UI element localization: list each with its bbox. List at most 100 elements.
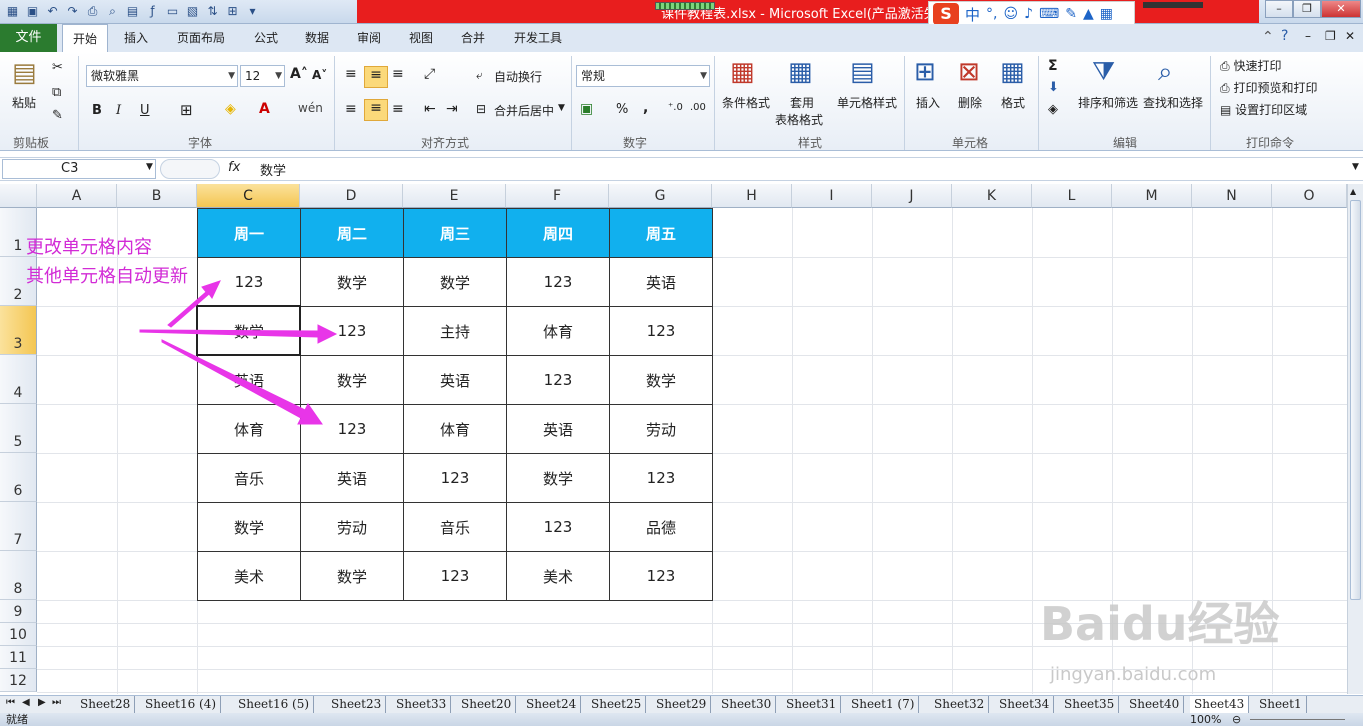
wrap-text-icon[interactable]: ⤶ — [476, 68, 483, 83]
function-icon[interactable]: ƒ — [144, 3, 161, 20]
column-header-l[interactable]: L — [1032, 184, 1112, 208]
table-cell[interactable]: 123 — [609, 306, 713, 356]
table-cell[interactable]: 美术 — [197, 551, 301, 601]
underline-button[interactable]: U — [140, 103, 150, 118]
column-header-e[interactable]: E — [403, 184, 506, 208]
table-header-cell[interactable]: 周一 — [197, 208, 301, 258]
phonetic-icon[interactable]: wén — [298, 101, 323, 115]
first-sheet-icon[interactable]: ⏮ — [6, 697, 15, 708]
column-header-i[interactable]: I — [792, 184, 872, 208]
sheet-tab[interactable]: Sheet43 — [1190, 696, 1250, 713]
sheet-tab[interactable]: Sheet16 (5) — [234, 696, 315, 713]
customize-icon[interactable]: ▾ — [244, 3, 261, 20]
grid-icon[interactable]: ▦ — [1100, 6, 1113, 22]
column-header-a[interactable]: A — [37, 184, 117, 208]
mic-icon[interactable]: ♪ — [1024, 6, 1033, 22]
align-top-icon[interactable]: ≡ — [345, 66, 357, 82]
fill-icon[interactable]: ⬇ — [1048, 80, 1059, 95]
chevron-down-icon[interactable]: ▼ — [146, 162, 153, 172]
format-painter-icon[interactable]: ✎ — [52, 108, 63, 123]
table-cell[interactable]: 123 — [403, 453, 507, 503]
ime-mode[interactable]: 中 — [965, 4, 980, 25]
copy-icon[interactable]: ⧉ — [52, 85, 61, 100]
table-header-cell[interactable]: 周五 — [609, 208, 713, 258]
ime-punct[interactable]: °, — [986, 6, 997, 22]
prev-sheet-icon[interactable]: ◀ — [22, 697, 30, 708]
table-cell[interactable]: 主持 — [403, 306, 507, 356]
orientation-icon[interactable]: ⤢ — [424, 66, 435, 82]
row-header-9[interactable]: 9 — [0, 600, 37, 623]
table-cell[interactable]: 英语 — [300, 453, 404, 503]
find-select-icon[interactable]: ⌕ — [1158, 57, 1173, 88]
sheet-tab[interactable]: Sheet31 — [782, 696, 842, 713]
formula-input[interactable]: 数学 — [260, 160, 286, 179]
number-format-combo[interactable]: 常规 ▼ — [576, 65, 710, 87]
shrink-font-icon[interactable]: A˅ — [312, 68, 327, 82]
sheet-tab[interactable]: Sheet28 — [76, 696, 136, 713]
table-cell[interactable]: 英语 — [506, 404, 610, 454]
table-header-cell[interactable]: 周四 — [506, 208, 610, 258]
expand-formula-icon[interactable]: ▼ — [1352, 162, 1359, 172]
row-header-6[interactable]: 6 — [0, 453, 37, 502]
form-icon[interactable]: ▭ — [164, 3, 181, 20]
redo-icon[interactable]: ↷ — [64, 3, 81, 20]
column-header-m[interactable]: M — [1112, 184, 1192, 208]
font-name-combo[interactable]: 微软雅黑 ▼ — [86, 65, 238, 87]
font-color-icon[interactable]: A — [259, 101, 270, 117]
column-header-d[interactable]: D — [300, 184, 403, 208]
cell-styles-button[interactable]: 单元格样式 — [837, 94, 897, 111]
sort-icon[interactable]: ⇅ — [204, 3, 221, 20]
scroll-thumb[interactable] — [1350, 200, 1361, 600]
undo-icon[interactable]: ↶ — [44, 3, 61, 20]
smiley-icon[interactable]: ☺ — [1003, 6, 1018, 22]
align-left-icon[interactable]: ≡ — [345, 101, 357, 117]
font-size-combo[interactable]: 12 ▼ — [240, 65, 285, 87]
align-right-icon[interactable]: ≡ — [392, 101, 404, 117]
next-sheet-icon[interactable]: ▶ — [38, 697, 46, 708]
sheet-tab[interactable]: Sheet20 — [457, 696, 517, 713]
shirt-icon[interactable]: ▲ — [1083, 6, 1094, 22]
table-cell[interactable]: 123 — [506, 502, 610, 552]
vertical-scrollbar[interactable]: ▲ — [1347, 184, 1363, 694]
decrease-indent-icon[interactable]: ⇤ — [424, 101, 436, 117]
table-cell[interactable]: 数学 — [300, 551, 404, 601]
doc-minimize-button[interactable]: – — [1305, 29, 1311, 43]
delete-cells-button[interactable]: 删除 — [958, 94, 982, 111]
align-bottom-icon[interactable]: ≡ — [392, 66, 404, 82]
column-header-n[interactable]: N — [1192, 184, 1272, 208]
row-header-3[interactable]: 3 — [0, 306, 37, 355]
autosum-icon[interactable]: Σ — [1048, 58, 1058, 74]
excel-icon[interactable]: ▦ — [4, 3, 21, 20]
tools-icon[interactable]: ✎ — [1065, 6, 1077, 22]
table-cell[interactable]: 123 — [609, 453, 713, 503]
sheet-tab[interactable]: Sheet40 — [1125, 696, 1185, 713]
table-cell[interactable]: 英语 — [609, 257, 713, 307]
last-sheet-icon[interactable]: ⏭ — [52, 697, 61, 708]
table-cell[interactable]: 体育 — [506, 306, 610, 356]
increase-indent-icon[interactable]: ⇥ — [446, 101, 458, 117]
doc-close-button[interactable]: ✕ — [1345, 29, 1355, 43]
delete-cells-icon[interactable]: ⊠ — [958, 57, 980, 87]
table-cell[interactable]: 数学 — [403, 257, 507, 307]
align-middle-icon[interactable]: ≡ — [364, 66, 388, 88]
quick-print-button[interactable]: ⎙ 快速打印 — [1220, 57, 1281, 74]
insert-cells-icon[interactable]: ⊞ — [914, 57, 936, 87]
row-header-12[interactable]: 12 — [0, 669, 37, 692]
tab-merge[interactable]: 合并 — [450, 24, 496, 52]
clear-icon[interactable]: ◈ — [1048, 102, 1058, 117]
table-cell[interactable]: 数学 — [506, 453, 610, 503]
table-cell[interactable]: 数学 — [609, 355, 713, 405]
percent-button[interactable]: % — [616, 102, 628, 117]
cut-icon[interactable]: ✂ — [52, 60, 63, 75]
insert-function-button[interactable]: fx — [228, 160, 240, 175]
chevron-down-icon[interactable]: ▼ — [558, 103, 565, 113]
table-cell[interactable]: 123 — [197, 257, 301, 307]
column-header-j[interactable]: J — [872, 184, 952, 208]
sort-filter-icon[interactable]: ⧩ — [1092, 57, 1115, 88]
table-cell[interactable]: 数学 — [197, 306, 301, 356]
tab-insert[interactable]: 插入 — [113, 24, 159, 52]
table-cell[interactable]: 数学 — [300, 257, 404, 307]
table-cell[interactable]: 英语 — [197, 355, 301, 405]
tab-view[interactable]: 视图 — [398, 24, 444, 52]
borders-icon[interactable]: ⊞ — [224, 3, 241, 20]
